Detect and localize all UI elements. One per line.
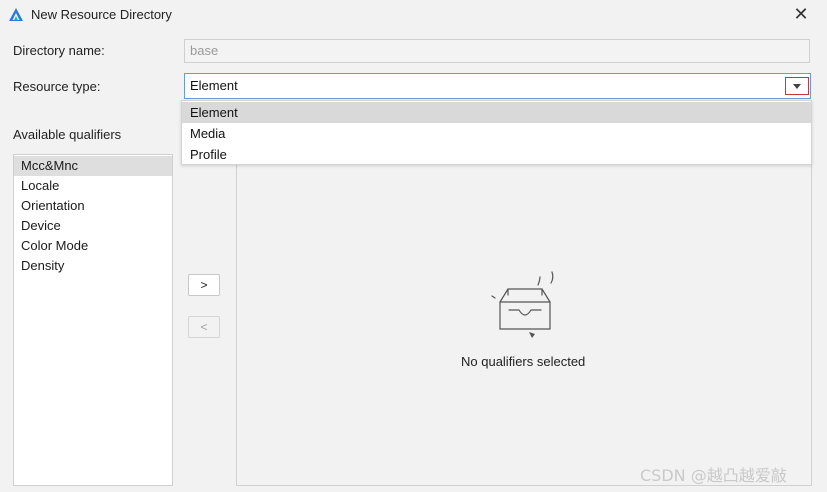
resource-type-select[interactable]: Element: [184, 73, 811, 99]
resource-type-value: Element: [190, 78, 238, 93]
empty-state-message: No qualifiers selected: [461, 354, 586, 369]
dropdown-option-profile[interactable]: Profile: [182, 144, 811, 165]
resource-type-label: Resource type:: [13, 79, 101, 94]
deveco-logo-icon: [9, 8, 23, 21]
available-qualifiers-list: Mcc&Mnc Locale Orientation Device Color …: [13, 154, 173, 486]
title-bar: New Resource Directory ✕: [0, 0, 827, 30]
list-item-orientation[interactable]: Orientation: [14, 196, 172, 216]
empty-tray-icon: [491, 271, 554, 338]
directory-name-label: Directory name:: [13, 43, 105, 58]
list-item-color-mode[interactable]: Color Mode: [14, 236, 172, 256]
dropdown-option-media[interactable]: Media: [182, 123, 811, 144]
list-item-mcc-mnc[interactable]: Mcc&Mnc: [14, 156, 172, 176]
close-icon[interactable]: ✕: [793, 5, 809, 23]
list-item-device[interactable]: Device: [14, 216, 172, 236]
add-qualifier-button[interactable]: >: [188, 274, 220, 296]
remove-qualifier-button[interactable]: <: [188, 316, 220, 338]
list-item-density[interactable]: Density: [14, 256, 172, 276]
window-title: New Resource Directory: [31, 7, 172, 22]
dropdown-option-element[interactable]: Element: [182, 102, 811, 123]
chevron-down-icon[interactable]: [785, 77, 809, 95]
directory-name-field[interactable]: base: [184, 39, 810, 63]
resource-type-dropdown: Element Media Profile: [181, 100, 812, 165]
watermark: CSDN @越凸越爱敲: [640, 466, 787, 485]
available-qualifiers-label: Available qualifiers: [13, 127, 122, 142]
list-item-locale[interactable]: Locale: [14, 176, 172, 196]
